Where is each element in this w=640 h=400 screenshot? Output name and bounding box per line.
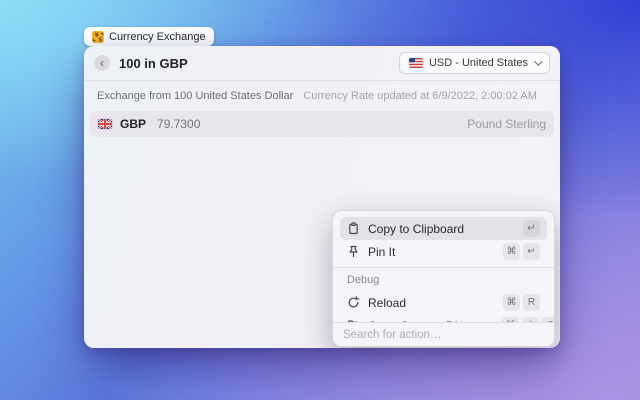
raycast-window: ‹ 100 in GBP USD - United States Exchang… [84,46,560,348]
panel-divider [333,267,554,268]
currency-exchange-icon: ¥ $ [92,30,104,43]
action-copy-to-clipboard[interactable]: Copy to Clipboard ↵ [340,217,547,240]
back-chevron-icon: ‹ [100,56,104,70]
action-open-support-directory[interactable]: Open Support Directory ⌘ ⇧ S [340,314,554,322]
svg-text:$: $ [98,36,102,42]
action-label: Pin It [368,244,396,259]
gb-flag-icon [98,119,112,129]
clipboard-icon [347,222,360,235]
section-subtitle: Currency Rate updated at 6/9/2022, 2:00:… [303,90,537,102]
us-flag-icon [408,58,423,68]
action-list: Copy to Clipboard ↵ Pin It ⌘ ↵ Debug Rel… [333,211,554,322]
currency-dropdown[interactable]: USD - United States [398,52,550,74]
debug-section-label: Debug [347,274,380,286]
app-badge-label: Currency Exchange [109,30,206,43]
action-label: Copy to Clipboard [368,221,465,236]
search-query-title: 100 in GBP [119,55,188,71]
result-value: 79.7300 [157,117,201,131]
key-r: R [523,294,540,311]
pin-icon [347,245,360,258]
result-row-gbp[interactable]: GBP 79.7300 Pound Sterling [90,111,554,137]
action-reload[interactable]: Reload ⌘ R [340,291,547,314]
key-return: ↵ [523,243,540,260]
chevron-down-icon [534,57,543,66]
window-header: ‹ 100 in GBP USD - United States [84,46,560,80]
section-title: Exchange from 100 United States Dollar [97,90,294,102]
result-currency-name: Pound Sterling [467,117,546,131]
action-search-bar [333,322,554,346]
app-badge: ¥ $ Currency Exchange [84,27,214,46]
currency-dropdown-label: USD - United States [428,57,528,69]
key-cmd: ⌘ [503,294,520,311]
list-section-header: Exchange from 100 United States Dollar C… [84,81,560,108]
key-return: ↵ [523,220,540,237]
action-panel: Copy to Clipboard ↵ Pin It ⌘ ↵ Debug Rel… [332,210,555,347]
action-label: Reload [368,295,407,310]
back-button[interactable]: ‹ [94,55,110,71]
action-search-input[interactable] [343,328,544,341]
action-pin-it[interactable]: Pin It ⌘ ↵ [340,240,547,263]
key-cmd: ⌘ [503,243,520,260]
result-currency-code: GBP [120,117,147,131]
reload-icon [347,296,360,309]
